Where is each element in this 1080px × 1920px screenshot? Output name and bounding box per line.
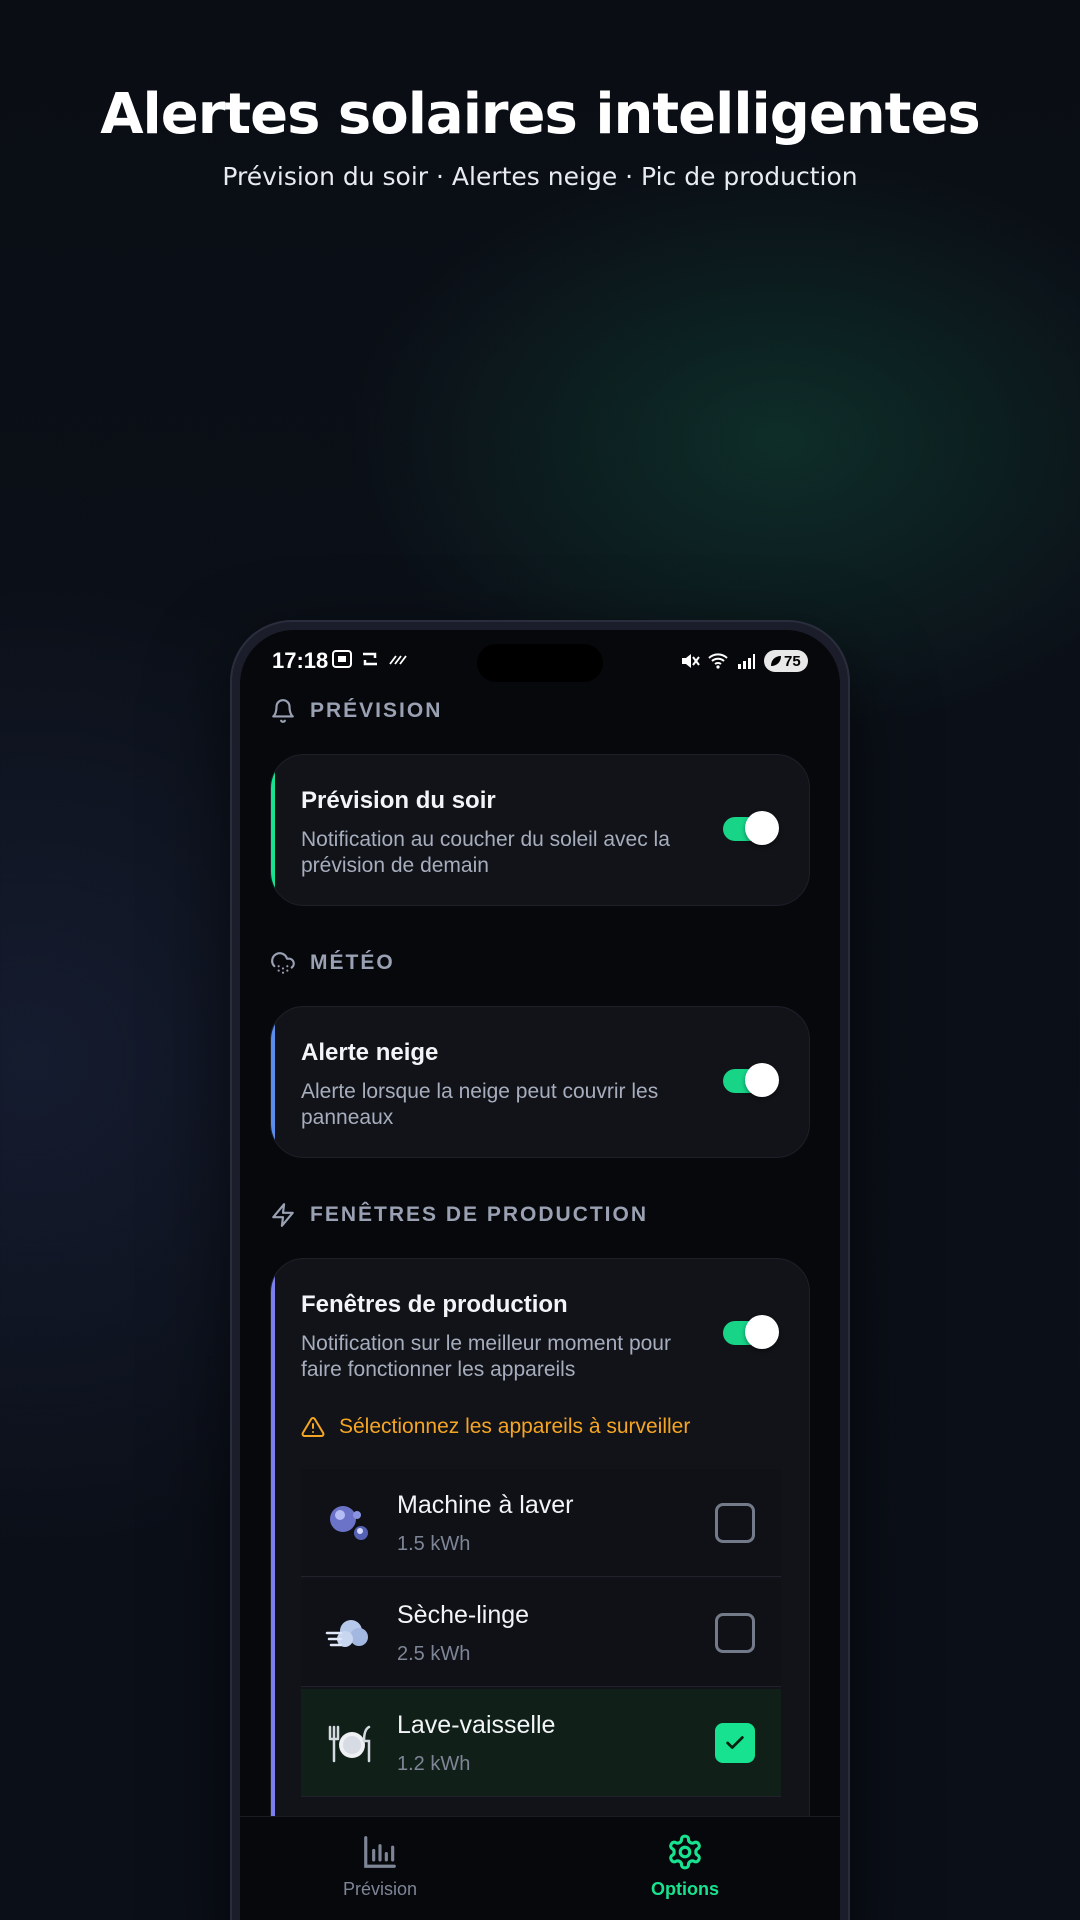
card-evening-forecast: Prévision du soir Notification au couche…	[270, 754, 810, 906]
appliance-checkbox-dryer[interactable]	[715, 1613, 755, 1653]
gear-icon	[669, 1834, 701, 1870]
card-accent	[271, 1007, 275, 1157]
evening-forecast-toggle[interactable]	[723, 811, 779, 845]
appliance-row-dryer[interactable]: Sèche-linge 2.5 kWh	[301, 1579, 781, 1687]
page-subheadline: Prévision du soir · Alertes neige · Pic …	[222, 162, 858, 191]
bar-chart-icon	[364, 1836, 396, 1868]
section-label-text: MÉTÉO	[310, 951, 395, 974]
screenshot-icon	[332, 650, 352, 668]
card-title: Alerte neige	[301, 1039, 439, 1066]
production-windows-toggle[interactable]	[723, 1315, 779, 1349]
checkmark-icon	[726, 1736, 744, 1749]
battery-level: 75	[784, 652, 801, 670]
status-bar: 17:18 75	[240, 630, 840, 690]
appliance-checkbox-washing-machine[interactable]	[715, 1503, 755, 1543]
signal-icon	[738, 654, 755, 669]
section-label-meteo: MÉTÉO	[270, 950, 395, 976]
bottom-navigation: Prévision Options	[240, 1816, 840, 1920]
card-description: Alerte lorsque la neige peut couvrir les…	[301, 1080, 659, 1129]
appliance-name: Sèche-linge	[397, 1601, 530, 1629]
appliance-name: Machine à laver	[397, 1491, 574, 1519]
card-title: Fenêtres de production	[301, 1291, 568, 1318]
section-label-production: FENÊTRES DE PRODUCTION	[270, 1202, 648, 1228]
appliance-energy: 1.2 kWh	[397, 1753, 471, 1775]
appliance-energy: 1.5 kWh	[397, 1533, 471, 1555]
card-title: Prévision du soir	[301, 787, 496, 814]
nav-label: Prévision	[342, 1879, 418, 1899]
card-accent	[271, 1259, 275, 1877]
card-snow-alert: Alerte neige Alerte lorsque la neige peu…	[270, 1006, 810, 1158]
bell-icon	[272, 699, 294, 723]
battery-indicator: 75	[764, 650, 808, 672]
warning-triangle-icon	[301, 1416, 325, 1437]
card-accent	[271, 755, 275, 905]
select-appliances-warning: Sélectionnez les appareils à surveiller	[301, 1415, 690, 1439]
lightning-icon	[272, 1203, 294, 1227]
nav-label: Options	[651, 1879, 719, 1899]
card-description: Notification au coucher du soleil avec l…	[301, 828, 670, 877]
warning-text: Sélectionnez les appareils à surveiller	[339, 1415, 691, 1438]
plate-cutlery-icon	[328, 1725, 371, 1763]
wifi-icon	[708, 653, 728, 669]
sync-icon	[363, 652, 377, 666]
washing-bubbles-icon	[330, 1506, 368, 1540]
appliance-name: Lave-vaisselle	[397, 1711, 556, 1739]
nav-item-options[interactable]: Options	[595, 1833, 775, 1900]
card-description: Notification sur le meilleur moment pour…	[301, 1332, 671, 1381]
appliance-row-dishwasher[interactable]: Lave-vaisselle 1.2 kWh	[301, 1689, 781, 1797]
camera-island	[477, 644, 603, 682]
mute-icon	[682, 654, 700, 668]
status-time: 17:18	[272, 648, 329, 673]
card-production-windows: Fenêtres de production Notification sur …	[270, 1258, 810, 1878]
leaf-icon	[771, 656, 781, 666]
phone-screen: 17:18 75 PRÉVISION Prévision du soir Not…	[240, 630, 840, 1920]
snow-cloud-icon	[271, 952, 295, 974]
section-label-text: FENÊTRES DE PRODUCTION	[310, 1203, 649, 1226]
phone-frame: 17:18 75 PRÉVISION Prévision du soir Not…	[230, 620, 850, 1920]
nav-item-prevision[interactable]: Prévision	[290, 1833, 470, 1900]
page-headline: Alertes solaires intelligentes	[100, 82, 981, 147]
appliance-energy: 2.5 kWh	[397, 1643, 471, 1665]
stripes-icon	[389, 655, 407, 665]
section-label-prevision: PRÉVISION	[270, 698, 442, 724]
appliance-row-washing-machine[interactable]: Machine à laver 1.5 kWh	[301, 1469, 781, 1577]
wind-cloud-icon	[325, 1620, 368, 1647]
snow-alert-toggle[interactable]	[723, 1063, 779, 1097]
appliance-checkbox-dishwasher[interactable]	[715, 1723, 755, 1763]
section-label-text: PRÉVISION	[310, 699, 443, 722]
